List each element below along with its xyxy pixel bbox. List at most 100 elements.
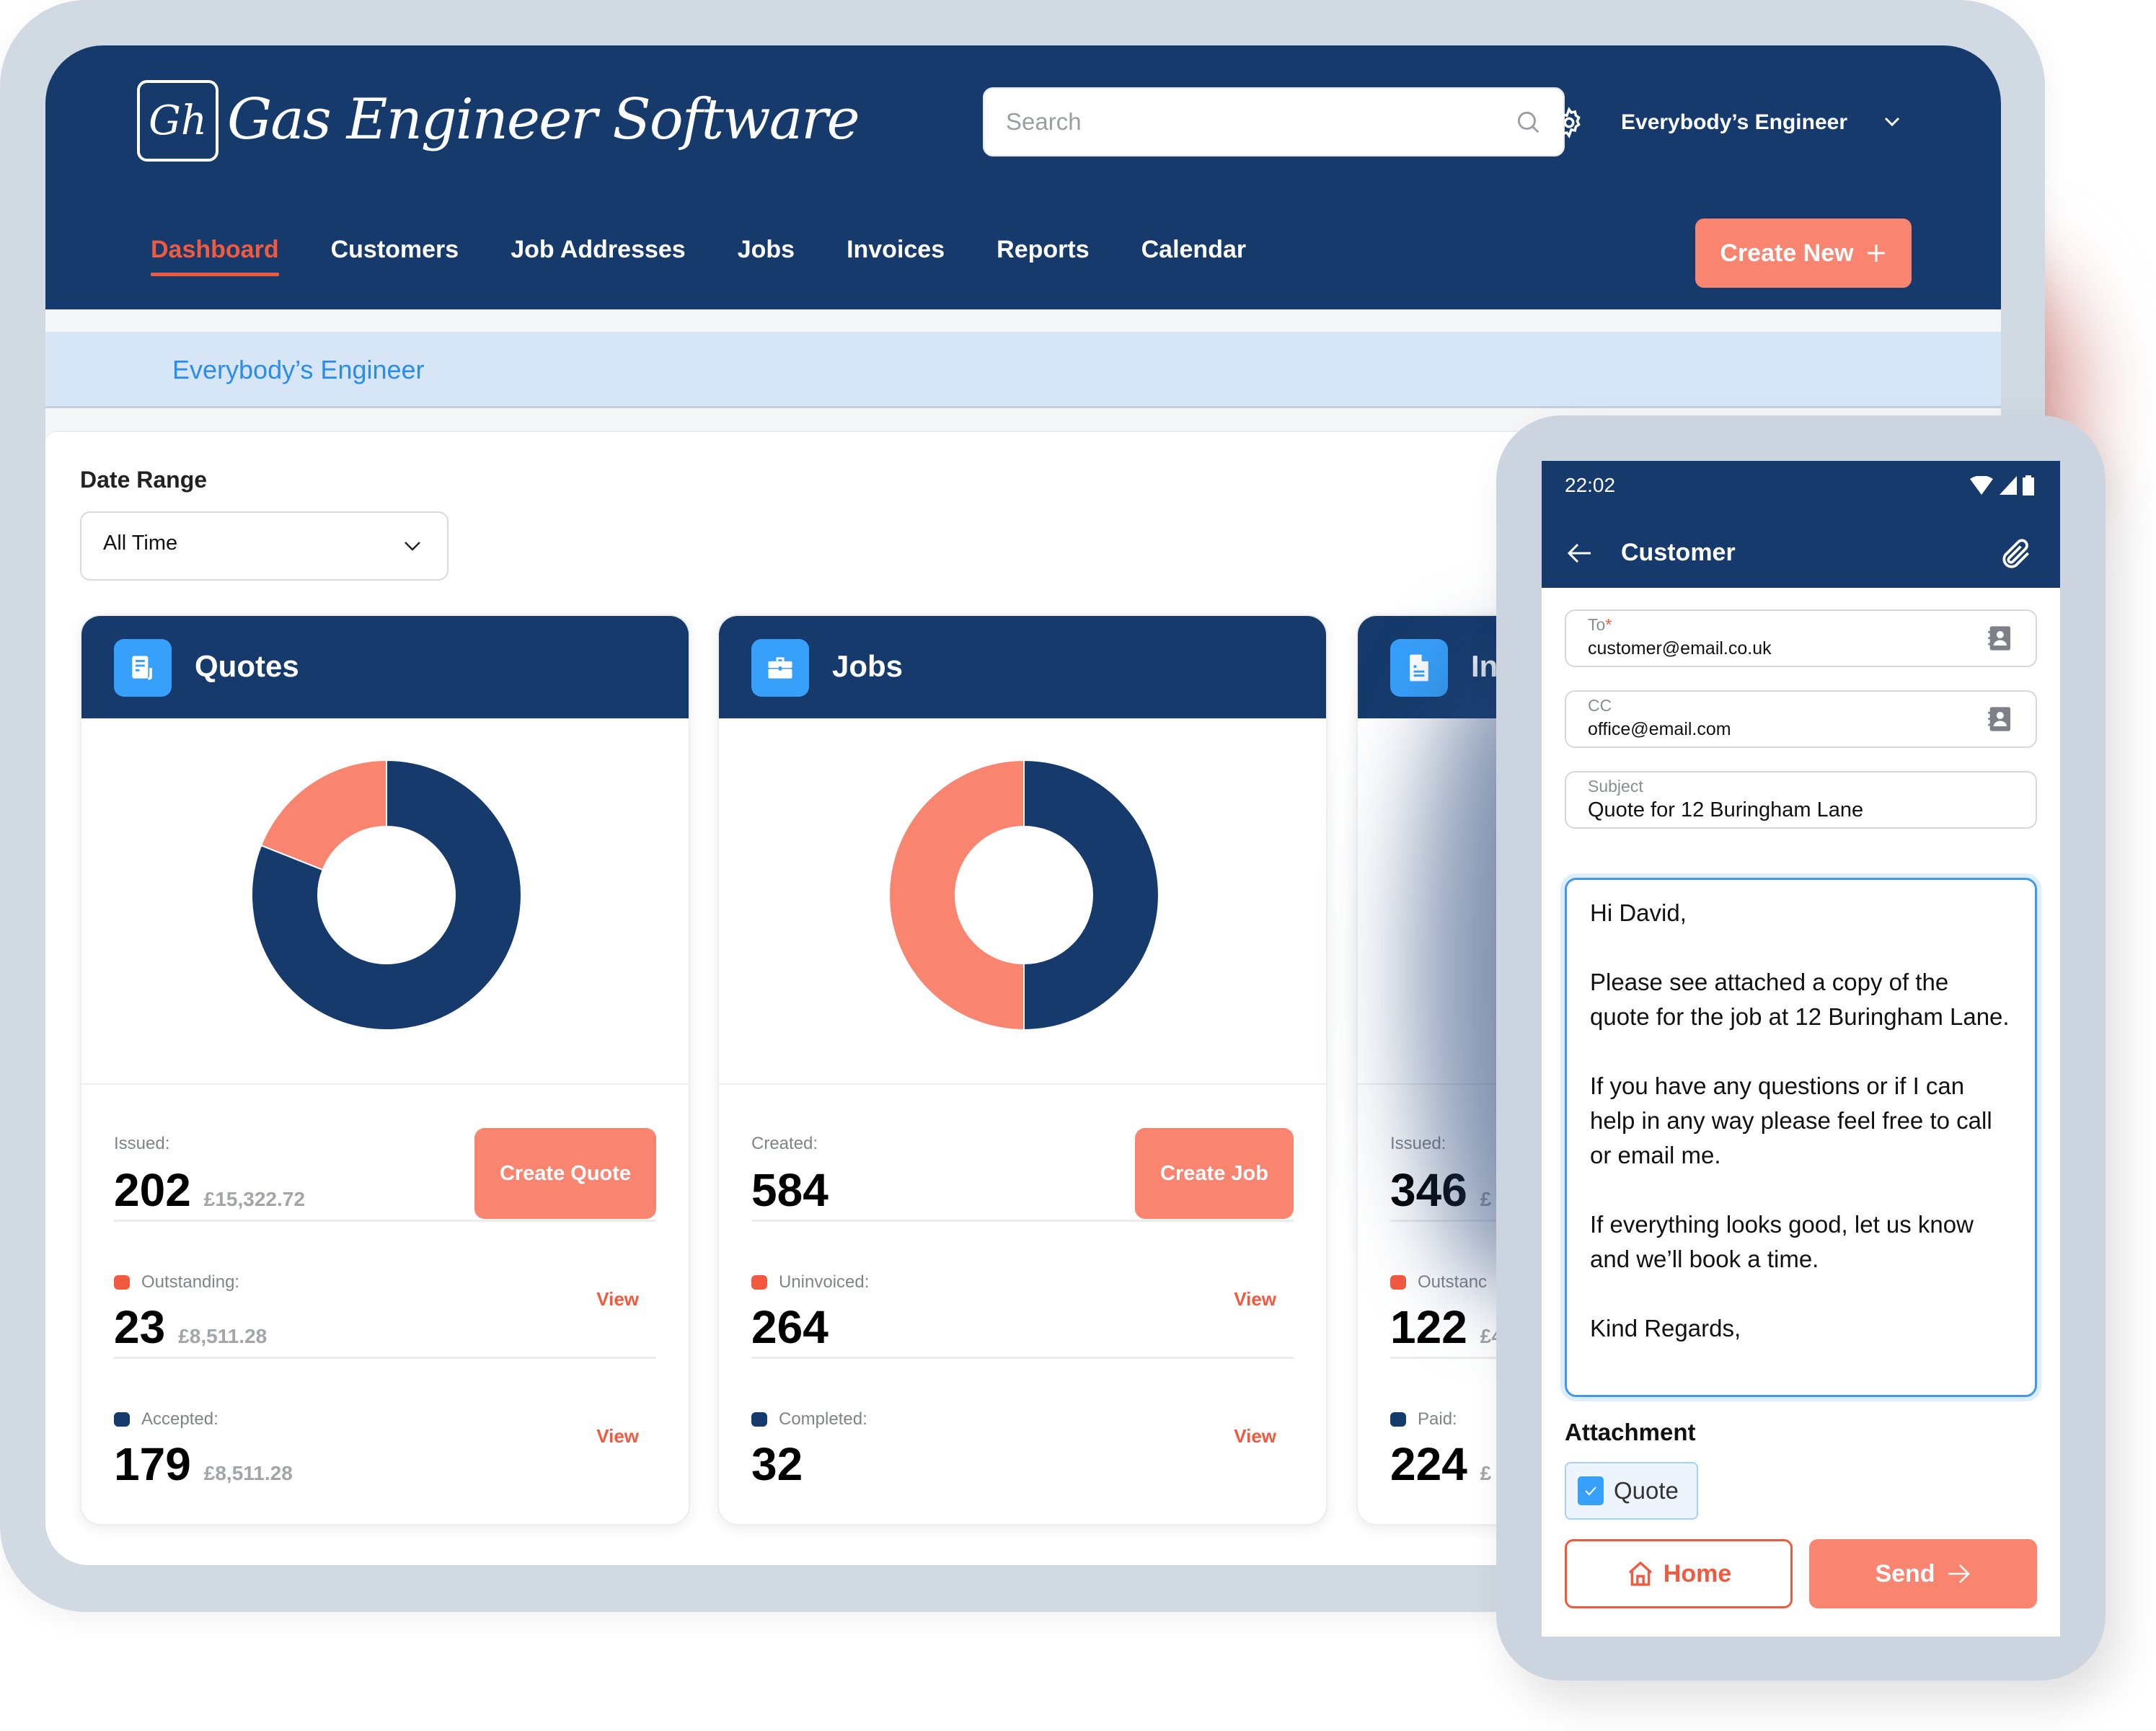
stat-label: Issued: [114,1134,170,1153]
status-time: 22:02 [1565,474,1616,496]
paperclip-icon[interactable] [1998,534,2034,573]
stat-value: 202 £15,322.72 [114,1164,305,1225]
search-input[interactable] [1006,89,1496,155]
stat-row-uninvoiced: Uninvoiced: 264 View [751,1222,1294,1359]
cc-value[interactable]: office@email.com [1588,719,1731,740]
attachment-item-label: Quote [1614,1477,1679,1504]
quotes-card: Quotes Issued: 202 £15,322.72 Create Quot… [80,615,690,1525]
stat-label: Paid: [1418,1409,1457,1429]
stat-value: 224 £ [1390,1438,1491,1499]
phone-screen: 22:02 Customer To* customer@email.co.uk … [1542,461,2060,1637]
stat-label-wrap: Outstanding: [114,1272,239,1292]
breadcrumb[interactable]: Everybody’s Engineer [172,353,425,387]
battery-icon [2023,475,2034,495]
view-uninvoiced-link[interactable]: View [1234,1288,1276,1311]
stat-row-issued: Issued: 202 £15,322.72 Create Quote [114,1085,656,1222]
nav-dashboard[interactable]: Dashboard [151,233,279,276]
view-outstanding-link[interactable]: View [596,1288,639,1311]
attachment-label: Attachment [1565,1419,1696,1445]
to-label-wrap: To* [1588,615,1612,635]
appbar-title: Customer [1621,539,1736,566]
stat-value: 122 £4 [1390,1301,1503,1362]
chevron-down-icon[interactable] [1883,115,1901,129]
cc-field[interactable]: CC office@email.com [1565,690,2037,748]
date-range-value: All Time [103,532,178,555]
donut-slice-uninvoiced[interactable] [888,759,1025,1031]
invoice-document-icon [1390,639,1448,697]
send-button[interactable]: Send [1809,1539,2037,1608]
create-new-label: Create New [1720,239,1854,267]
account-name[interactable]: Everybody’s Engineer [1621,105,1847,141]
create-quote-button[interactable]: Create Quote [474,1128,656,1219]
stat-row-outstanding: Outstanding: 23 £8,511.28 View [114,1222,656,1359]
nav-reports[interactable]: Reports [997,233,1089,266]
legend-dot-completed [751,1412,767,1427]
stat-amount: £8,511.28 [203,1462,293,1484]
view-accepted-link[interactable]: View [596,1425,639,1448]
back-arrow-icon[interactable] [1565,540,1594,566]
logo-mark[interactable]: Gh [137,80,218,162]
create-job-button[interactable]: Create Job [1135,1128,1294,1219]
create-new-button[interactable]: Create New [1695,219,1912,288]
stat-count: 122 [1390,1301,1467,1353]
view-completed-link[interactable]: View [1234,1425,1276,1448]
signal-icon [2000,476,2017,495]
stat-label-wrap: Accepted: [114,1409,218,1430]
stat-count: 224 [1390,1438,1467,1490]
logo-wordmark[interactable]: Gas Engineer Software [227,80,860,159]
contact-book-icon[interactable] [1985,705,2014,734]
legend-dot-outstanding [114,1275,130,1290]
nav-customers[interactable]: Customers [331,233,459,266]
search-icon[interactable] [1514,108,1542,136]
chevron-down-icon [405,542,420,551]
home-label: Home [1663,1559,1732,1587]
home-button[interactable]: Home [1565,1539,1793,1608]
to-field[interactable]: To* customer@email.co.uk [1565,609,2037,667]
gear-icon[interactable] [1552,106,1586,139]
donut-slice-completed[interactable] [1023,759,1159,1031]
main-nav: Dashboard Customers Job Addresses Jobs I… [151,233,1247,276]
nav-invoices[interactable]: Invoices [847,233,945,266]
card-title: Quotes [195,649,299,683]
stat-row-completed: Completed: 32 View [751,1359,1294,1496]
subject-field[interactable]: Subject Quote for 12 Buringham Lane [1565,771,2037,829]
send-label: Send [1875,1559,1935,1587]
home-icon [1628,1561,1652,1586]
checkbox-checked[interactable] [1578,1476,1604,1505]
arrow-right-icon [1948,1564,1970,1583]
stat-label-wrap: Paid: [1390,1409,1457,1430]
jobs-card: Jobs Created: 584 Create Job Uninvoiced:… [717,615,1327,1525]
email-body-textarea[interactable]: Hi David, Please see attached a copy of … [1565,878,2037,1397]
stat-label-wrap: Completed: [751,1409,867,1430]
stat-count: 202 [114,1164,191,1216]
check-icon [1585,1486,1596,1496]
stat-count: 23 [114,1301,166,1353]
phone-mockup: 22:02 Customer To* customer@email.co.uk … [1496,415,2106,1681]
status-bar: 22:02 [1542,461,2060,519]
contact-book-icon[interactable] [1985,624,2014,653]
legend-dot-uninvoiced [751,1275,767,1290]
subject-value[interactable]: Quote for 12 Buringham Lane [1588,798,1863,822]
nav-calendar[interactable]: Calendar [1141,233,1247,266]
stat-count: 584 [751,1164,829,1216]
stat-label: Accepted: [141,1409,218,1429]
stat-label: Created: [751,1134,818,1153]
plus-icon [1867,245,1885,262]
date-range-select[interactable]: All Time [80,511,449,581]
to-value[interactable]: customer@email.co.uk [1588,638,1772,659]
nav-jobs[interactable]: Jobs [738,233,795,266]
legend-dot-outstanding [1390,1275,1406,1290]
status-icons [1969,475,2034,495]
briefcase-icon [751,639,809,697]
stat-value: 264 [751,1301,829,1353]
search-box[interactable] [983,87,1565,157]
card-stats: Issued: 202 £15,322.72 Create Quote Outst… [114,1085,656,1496]
stat-label: Outstanding: [141,1272,240,1292]
card-header: Quotes [81,616,689,718]
nav-job-addresses[interactable]: Job Addresses [511,233,686,266]
stat-count: 32 [751,1438,803,1490]
attachment-quote-checkbox[interactable]: Quote [1565,1462,1698,1520]
to-label: To [1588,615,1606,634]
stat-count: 179 [114,1438,191,1490]
cc-label: CC [1588,696,1612,715]
